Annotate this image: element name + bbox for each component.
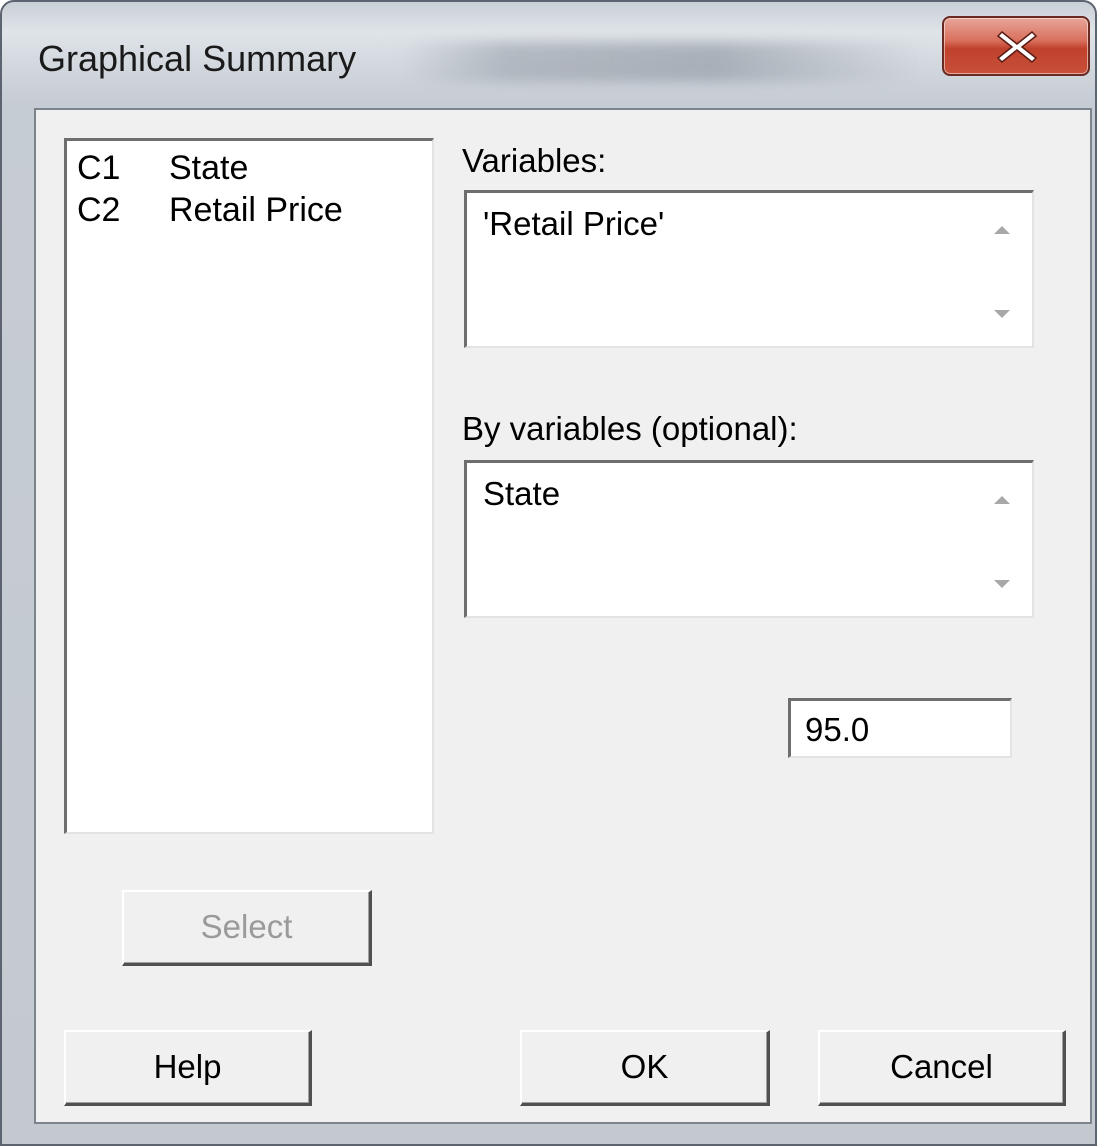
cancel-button-label: Cancel (890, 1048, 993, 1085)
confidence-level-value: 95.0 (805, 711, 870, 748)
scroll-up-arrow-icon[interactable] (987, 219, 1017, 239)
ok-button-label: OK (620, 1048, 669, 1085)
column-name: Retail Price (169, 191, 343, 229)
column-name: State (169, 149, 249, 187)
scroll-down-arrow-icon[interactable] (987, 305, 1017, 325)
list-item[interactable]: C1 State (77, 149, 248, 193)
close-icon (996, 30, 1038, 64)
confidence-level-input[interactable]: 95.0 (788, 698, 1012, 758)
variables-value: 'Retail Price' (483, 205, 665, 242)
by-variables-value: State (483, 475, 561, 512)
cancel-button[interactable]: Cancel (818, 1030, 1066, 1106)
select-button-label: Select (200, 908, 293, 945)
help-button[interactable]: Help (64, 1030, 312, 1106)
dialog-title: Graphical Summary (38, 38, 357, 79)
scroll-down-arrow-icon[interactable] (987, 575, 1017, 595)
variables-label: Variables: (462, 142, 607, 179)
title-bar[interactable]: Graphical Summary (2, 2, 1095, 110)
close-button[interactable] (942, 16, 1090, 76)
ok-button[interactable]: OK (520, 1030, 770, 1106)
title-bar-background-blur (402, 42, 922, 82)
list-item[interactable]: C2 Retail Price (77, 191, 343, 235)
scroll-up-arrow-icon[interactable] (987, 489, 1017, 509)
column-id: C1 (77, 149, 121, 187)
variables-input[interactable]: 'Retail Price' (464, 190, 1034, 348)
select-button[interactable]: Select (122, 890, 372, 966)
by-variables-label: By variables (optional): (462, 410, 798, 447)
column-id: C2 (77, 191, 121, 229)
by-variables-input[interactable]: State (464, 460, 1034, 618)
help-button-label: Help (153, 1048, 222, 1085)
columns-listbox[interactable]: C1 State C2 Retail Price (64, 138, 434, 834)
